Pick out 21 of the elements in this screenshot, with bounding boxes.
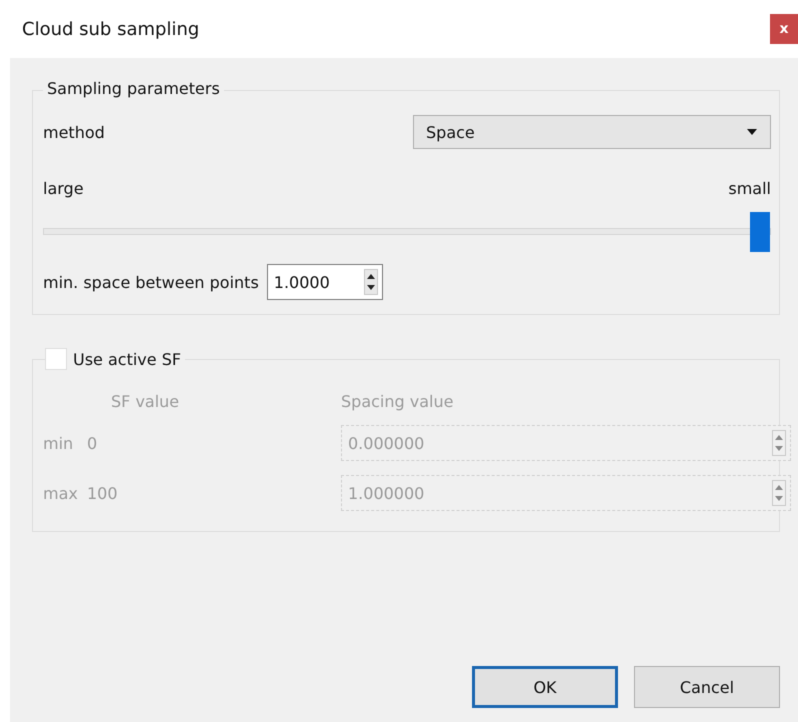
- checkbox-label: Use active SF: [73, 350, 182, 368]
- method-label: method: [43, 122, 105, 142]
- slider-handle[interactable]: [750, 212, 770, 252]
- spacing-label: min. space between points: [43, 272, 259, 292]
- slider-min-label: large: [43, 179, 84, 198]
- group-title: Sampling parameters: [43, 79, 224, 98]
- dropdown-arrow-icon: [746, 128, 758, 136]
- method-dropdown[interactable]: Space: [413, 115, 771, 149]
- row-label: max: [43, 484, 79, 502]
- sf-value: 0: [87, 434, 98, 452]
- ok-button[interactable]: OK: [472, 666, 618, 708]
- slider-max-label: small: [728, 179, 771, 198]
- column-header: SF value: [110, 392, 180, 411]
- column-header: Spacing value: [341, 392, 454, 411]
- close-button[interactable]: x: [770, 14, 798, 44]
- cancel-button[interactable]: Cancel: [634, 666, 780, 708]
- sf-value: 100: [87, 484, 119, 502]
- spacing-spinbox[interactable]: 1.0000: [266, 264, 383, 300]
- row-label: min: [43, 434, 74, 452]
- spin-arrows-icon[interactable]: [364, 269, 378, 295]
- window-title: Cloud sub sampling: [22, 18, 200, 40]
